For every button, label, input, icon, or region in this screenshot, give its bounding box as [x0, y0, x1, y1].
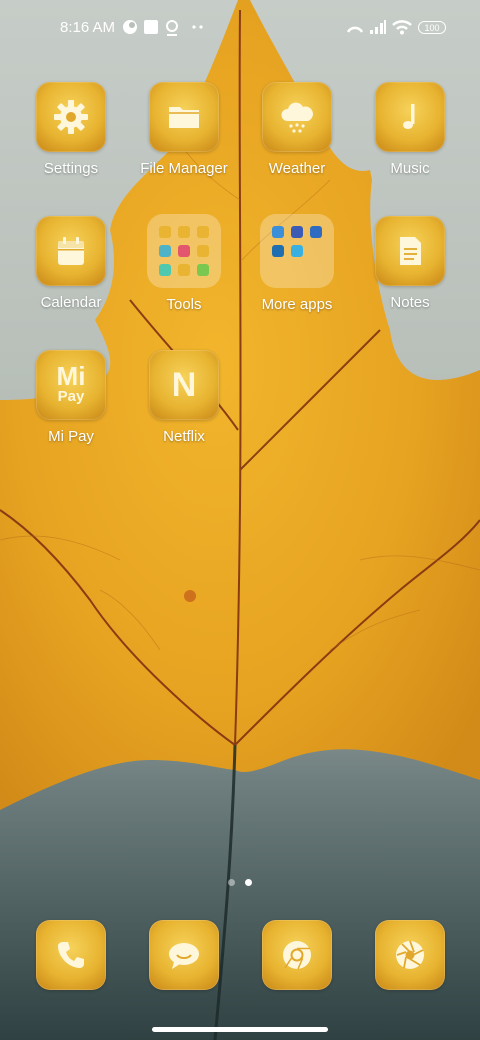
message-icon	[169, 943, 199, 969]
app-label: Notes	[390, 294, 430, 311]
cloud-snow-icon	[281, 102, 313, 133]
battery-level: 100	[424, 23, 440, 33]
dock-chrome[interactable]	[245, 920, 349, 990]
app-label: Settings	[43, 160, 99, 177]
folder-grid-icon	[147, 214, 221, 288]
folder-icon	[169, 107, 199, 128]
app-file-manager[interactable]: File Manager	[132, 82, 236, 177]
status-time: 8:16 AM	[60, 19, 116, 36]
location-icon	[166, 20, 178, 36]
app-label: Mi Pay	[48, 428, 94, 445]
netflix-icon-letter: N	[171, 365, 197, 404]
camera-aperture-icon	[396, 940, 424, 969]
square-notification-icon	[144, 20, 158, 34]
calendar-icon	[58, 237, 84, 265]
battery-icon: 100	[418, 21, 446, 34]
more-dots-icon	[192, 25, 203, 29]
mi-pay-icon: Mi Pay	[36, 350, 106, 420]
app-weather[interactable]: Weather	[245, 82, 349, 177]
phone-icon	[58, 942, 84, 968]
netflix-icon: N	[149, 350, 219, 420]
folder-grid-icon	[260, 214, 334, 288]
chrome-icon	[283, 941, 311, 970]
app-mi-pay[interactable]: Mi Pay Mi Pay	[19, 350, 123, 445]
gear-icon	[54, 100, 88, 134]
status-bar: 8:16 AM 100	[0, 0, 480, 56]
app-label: Netflix	[163, 428, 205, 445]
note-icon	[400, 237, 421, 265]
app-label: File Manager	[140, 160, 228, 177]
notification-c-icon	[123, 20, 137, 34]
mi-pay-icon-pay: Pay	[57, 388, 85, 405]
page-dot-1[interactable]	[228, 879, 235, 886]
app-label: More apps	[261, 296, 333, 313]
app-label: Calendar	[40, 294, 102, 311]
dock-camera[interactable]	[358, 920, 462, 990]
app-label: Weather	[268, 160, 326, 177]
hotspot-icon	[346, 26, 364, 33]
dock-messages[interactable]	[132, 920, 236, 990]
music-note-icon	[403, 104, 415, 129]
signal-icon	[370, 20, 386, 34]
folder-tools[interactable]: Tools	[132, 214, 236, 313]
app-notes[interactable]: Notes	[358, 216, 462, 311]
dock-phone[interactable]	[19, 920, 123, 990]
mi-pay-icon-mi: Mi	[56, 361, 86, 391]
app-music[interactable]: Music	[358, 82, 462, 177]
folder-more-apps[interactable]: More apps	[245, 214, 349, 313]
app-settings[interactable]: Settings	[19, 82, 123, 177]
app-label: Music	[390, 160, 430, 177]
app-label: Tools	[166, 296, 202, 313]
app-calendar[interactable]: Calendar	[19, 216, 123, 311]
home-indicator[interactable]	[152, 1027, 328, 1032]
page-dot-2[interactable]	[245, 879, 252, 886]
wifi-icon	[392, 20, 412, 35]
app-netflix[interactable]: N Netflix	[132, 350, 236, 445]
